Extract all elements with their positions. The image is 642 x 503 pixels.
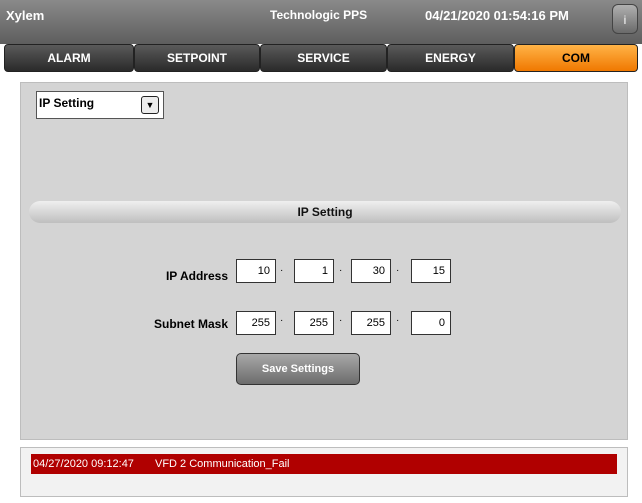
- separator: ·: [280, 315, 284, 326]
- subnet-mask-label: Subnet Mask: [153, 317, 228, 331]
- ip-address-label: IP Address: [165, 269, 228, 283]
- settings-dropdown[interactable]: IP Setting ▼: [36, 91, 164, 119]
- ip-octet-3[interactable]: 30: [351, 259, 391, 283]
- subnet-octet-2[interactable]: 255: [294, 311, 334, 335]
- tab-setpoint[interactable]: SETPOINT: [134, 44, 260, 72]
- alarm-message: VFD 2 Communication_Fail: [155, 458, 290, 470]
- tab-com[interactable]: COM: [514, 44, 638, 72]
- dropdown-selected: IP Setting: [39, 96, 95, 110]
- separator: ·: [396, 315, 400, 326]
- subnet-octet-1[interactable]: 255: [236, 311, 276, 335]
- station-name: Technologic PPS: [270, 8, 368, 22]
- app-name: Xylem: [6, 8, 45, 23]
- tab-bar: ALARM SETPOINT SERVICE ENERGY COM: [4, 44, 638, 72]
- title-bar: Xylem Technologic PPS 04/21/2020 01:54:1…: [0, 0, 642, 44]
- separator: ·: [339, 315, 343, 326]
- separator: ·: [396, 265, 400, 276]
- chevron-down-icon[interactable]: ▼: [141, 96, 159, 114]
- ip-octet-4[interactable]: 15: [411, 259, 451, 283]
- subnet-octet-3[interactable]: 255: [351, 311, 391, 335]
- section-header: IP Setting: [29, 201, 621, 223]
- ip-octet-1[interactable]: 10: [236, 259, 276, 283]
- alarm-time: 04/27/2020 09:12:47: [33, 458, 134, 470]
- alarm-banner: 04/27/2020 09:12:47 VFD 2 Communication_…: [20, 447, 628, 497]
- settings-panel: IP Setting ▼ IP Setting IP Address 10 · …: [20, 82, 628, 440]
- save-settings-button[interactable]: Save Settings: [236, 353, 360, 385]
- datetime: 04/21/2020 01:54:16 PM: [425, 8, 569, 23]
- ip-octet-2[interactable]: 1: [294, 259, 334, 283]
- info-button[interactable]: i: [612, 4, 638, 34]
- tab-service[interactable]: SERVICE: [260, 44, 387, 72]
- tab-energy[interactable]: ENERGY: [387, 44, 514, 72]
- alarm-row[interactable]: 04/27/2020 09:12:47 VFD 2 Communication_…: [31, 454, 617, 474]
- info-icon: i: [623, 13, 627, 27]
- separator: ·: [280, 265, 284, 276]
- separator: ·: [339, 265, 343, 276]
- subnet-octet-4[interactable]: 0: [411, 311, 451, 335]
- tab-alarm[interactable]: ALARM: [4, 44, 134, 72]
